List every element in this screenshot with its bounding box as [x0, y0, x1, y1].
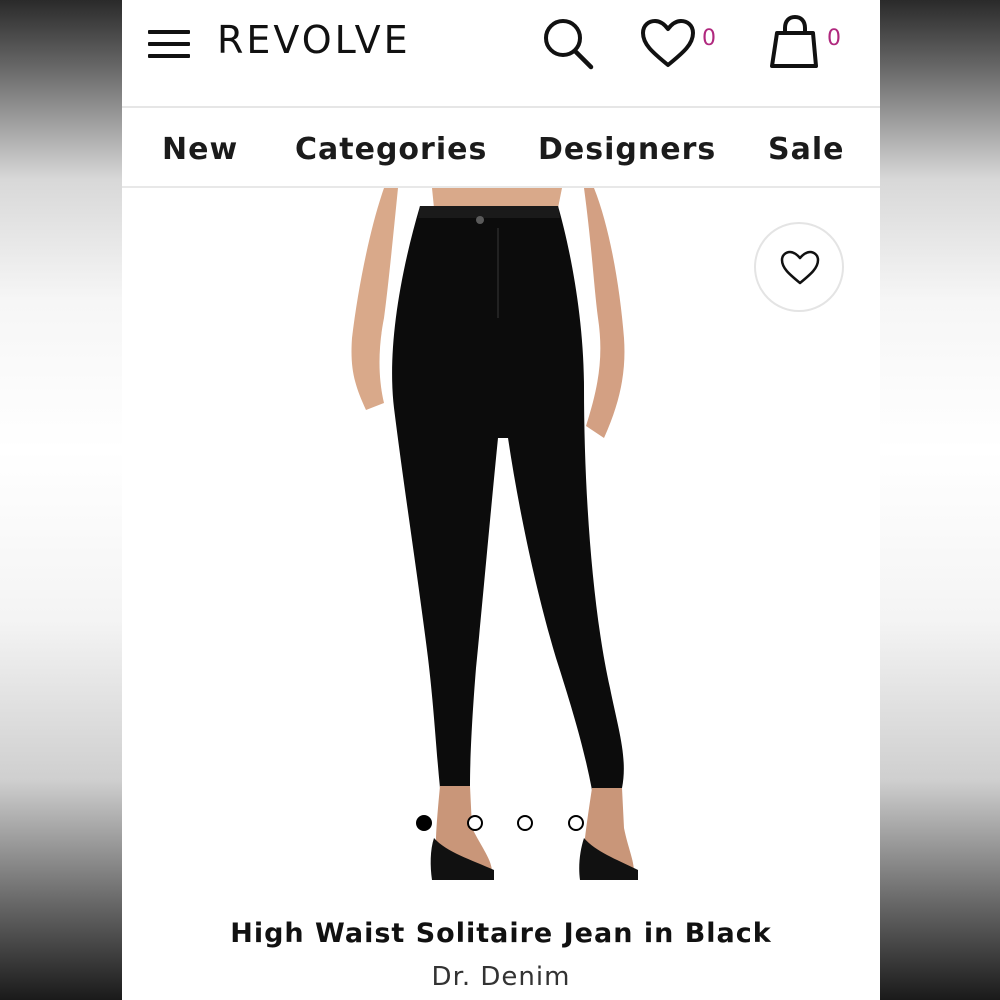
shopping-bag-button[interactable] [768, 14, 824, 70]
search-icon [544, 19, 594, 70]
carousel-indicators [414, 815, 594, 835]
hamburger-menu-icon[interactable] [148, 28, 192, 60]
revolve-logo[interactable]: REVOLVE [217, 18, 411, 62]
category-nav: New Categories Designers Sale [122, 108, 880, 188]
heart-icon [641, 19, 695, 67]
mobile-page: REVOLVE 0 0 New Categories Designers Sal… [122, 0, 880, 1000]
product-image-carousel[interactable] [122, 188, 880, 900]
carousel-dot-4[interactable] [568, 815, 584, 831]
wishlist-button[interactable] [640, 18, 700, 70]
background-right [880, 0, 1000, 1000]
nav-item-designers[interactable]: Designers [538, 132, 716, 167]
search-button[interactable] [540, 14, 596, 72]
background-left [0, 0, 122, 1000]
nav-item-categories[interactable]: Categories [295, 132, 487, 167]
product-brand[interactable]: Dr. Denim [122, 962, 880, 992]
nav-item-sale[interactable]: Sale [768, 132, 844, 167]
carousel-dot-2[interactable] [467, 815, 483, 831]
shopping-bag-icon [770, 14, 818, 68]
product-image [351, 188, 638, 880]
heart-outline-icon [780, 250, 820, 285]
bag-count: 0 [827, 26, 841, 51]
carousel-dot-1[interactable] [416, 815, 432, 831]
carousel-dot-3[interactable] [517, 815, 533, 831]
product-title: High Waist Solitaire Jean in Black [230, 918, 772, 949]
wishlist-count: 0 [702, 26, 716, 51]
favorite-button[interactable] [754, 222, 844, 312]
nav-item-new[interactable]: New [162, 132, 238, 167]
top-header: REVOLVE 0 0 [122, 0, 880, 108]
